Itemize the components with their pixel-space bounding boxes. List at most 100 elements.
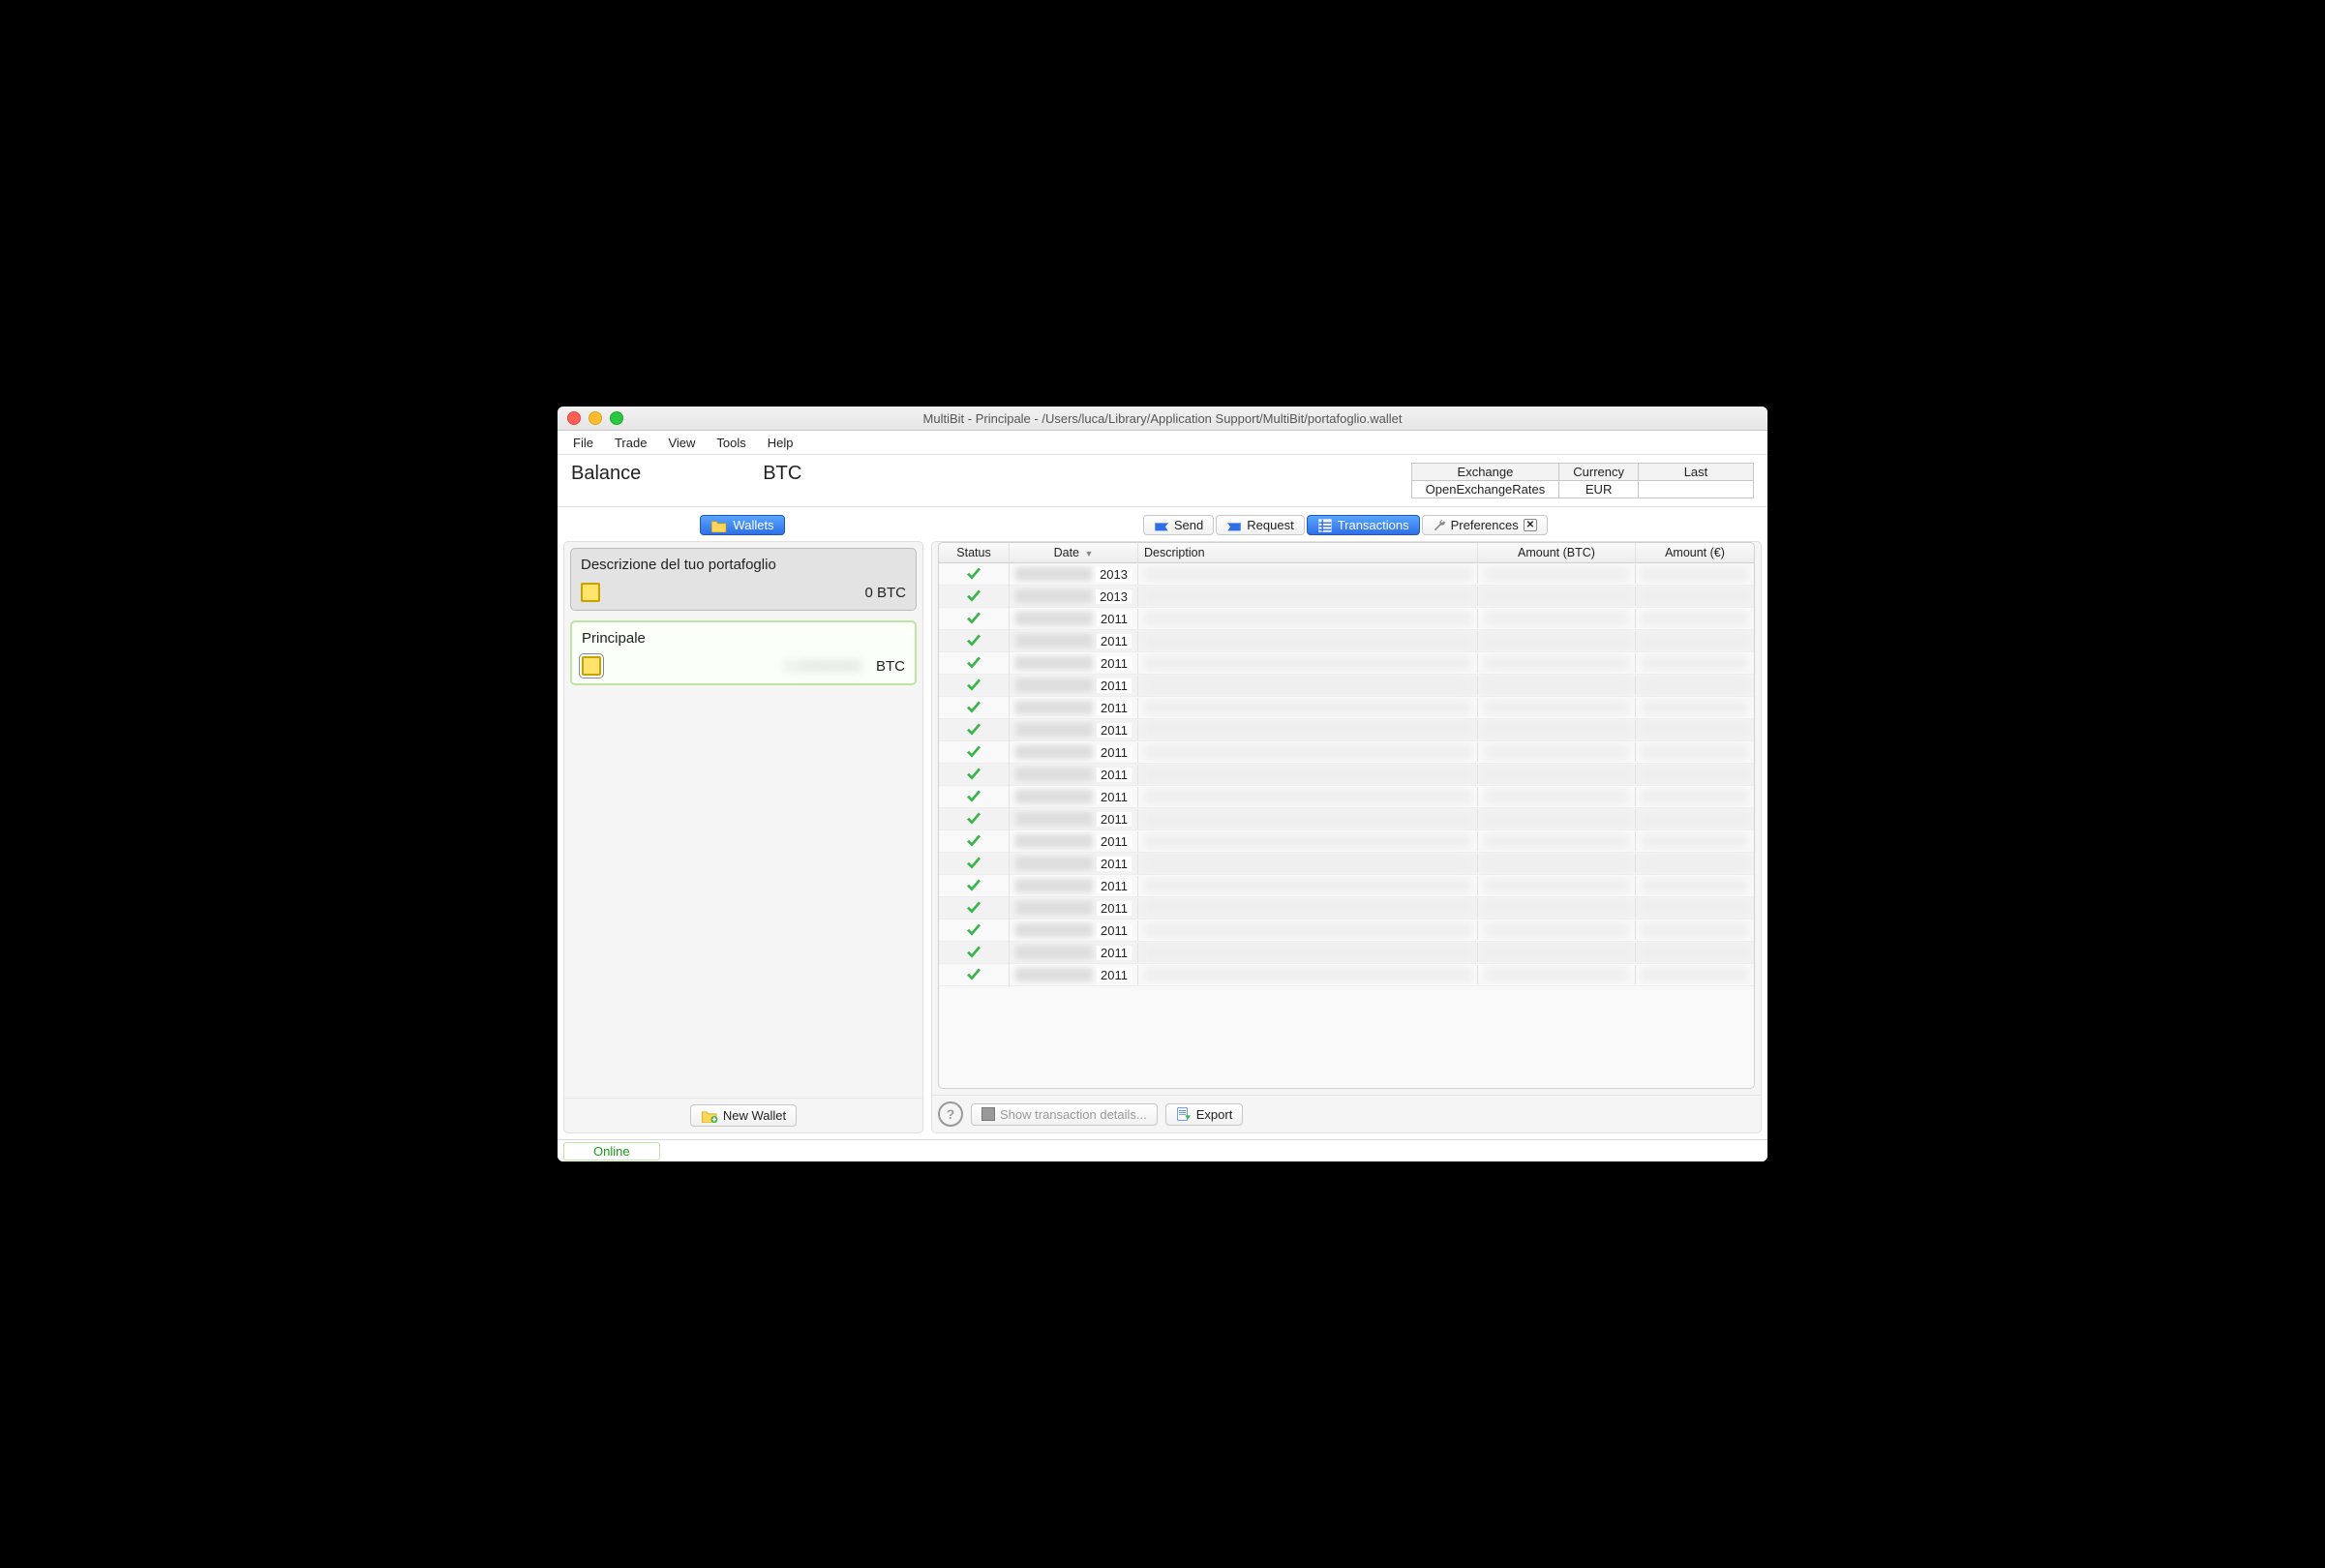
checkmark-icon [966, 721, 981, 737]
new-wallet-button[interactable]: New Wallet [690, 1104, 797, 1127]
wallet-icon [582, 656, 601, 676]
show-details-button[interactable]: Show transaction details... [971, 1103, 1158, 1126]
table-row[interactable]: 2011 [939, 741, 1754, 764]
row-amount-eur [1636, 631, 1754, 650]
col-amount-btc[interactable]: Amount (BTC) [1478, 543, 1636, 562]
table-row[interactable]: 2011 [939, 942, 1754, 964]
tab-transactions[interactable]: Transactions [1307, 515, 1420, 535]
col-amount-eur[interactable]: Amount (€) [1636, 543, 1754, 562]
row-description [1138, 742, 1478, 762]
tab-send-label: Send [1174, 518, 1203, 532]
exchange-rates: Exchange Currency Last OpenExchangeRates… [1411, 463, 1754, 498]
help-icon[interactable]: ? [938, 1101, 963, 1127]
table-row[interactable]: 2011 [939, 897, 1754, 920]
tab-request[interactable]: Request [1216, 515, 1304, 535]
table-row[interactable]: 2011 [939, 630, 1754, 652]
table-row[interactable]: 2011 [939, 608, 1754, 630]
statusbar: Online [558, 1139, 1767, 1161]
main-body: Descrizione del tuo portafoglio 0 BTC Pr… [558, 541, 1767, 1139]
menu-help[interactable]: Help [758, 433, 803, 453]
table-row[interactable]: 2013 [939, 563, 1754, 586]
row-status [939, 674, 1010, 698]
row-amount-btc [1478, 809, 1636, 829]
table-row[interactable]: 2011 [939, 675, 1754, 697]
table-row[interactable]: 2011 [939, 786, 1754, 808]
wallet-card[interactable]: Principale 0.00000000 BTC [570, 620, 917, 685]
row-amount-eur [1636, 876, 1754, 895]
wallets-panel: Descrizione del tuo portafoglio 0 BTC Pr… [563, 541, 923, 1133]
row-date: 2011 [1010, 809, 1138, 829]
row-description [1138, 965, 1478, 984]
checkmark-icon [966, 921, 981, 937]
row-status [939, 807, 1010, 831]
balance-label: Balance [571, 463, 641, 485]
checkmark-icon [966, 944, 981, 959]
menu-file[interactable]: File [563, 433, 603, 453]
window-minimize-button[interactable] [589, 411, 602, 425]
col-status[interactable]: Status [939, 543, 1010, 562]
row-amount-btc [1478, 965, 1636, 984]
table-row[interactable]: 2011 [939, 697, 1754, 719]
checkmark-icon [966, 855, 981, 870]
menu-tools[interactable]: Tools [707, 433, 755, 453]
table-row[interactable]: 2011 [939, 719, 1754, 741]
row-status [939, 563, 1010, 587]
table-row[interactable]: 2011 [939, 764, 1754, 786]
row-date: 2011 [1010, 787, 1138, 807]
export-button[interactable]: Export [1165, 1103, 1244, 1126]
row-date: 2013 [1010, 564, 1138, 585]
row-status [939, 607, 1010, 631]
wallet-card[interactable]: Descrizione del tuo portafoglio 0 BTC [570, 548, 917, 611]
table-header: Status Date ▼ Description Amount (BTC) A… [939, 543, 1754, 563]
row-description [1138, 876, 1478, 895]
tab-wallets[interactable]: Wallets [700, 515, 784, 535]
row-amount-btc [1478, 564, 1636, 584]
tab-preferences[interactable]: Preferences ✕ [1422, 515, 1548, 535]
window-close-button[interactable] [567, 411, 581, 425]
row-date: 2011 [1010, 831, 1138, 852]
col-description[interactable]: Description [1138, 543, 1478, 562]
row-amount-btc [1478, 898, 1636, 918]
wallets-list: Descrizione del tuo portafoglio 0 BTC Pr… [564, 542, 922, 1098]
row-status [939, 829, 1010, 854]
table-row[interactable]: 2011 [939, 920, 1754, 942]
col-date[interactable]: Date ▼ [1010, 543, 1138, 562]
row-description [1138, 720, 1478, 739]
checkmark-icon [966, 699, 981, 714]
row-date: 2011 [1010, 742, 1138, 763]
row-description [1138, 676, 1478, 695]
table-row[interactable]: 2011 [939, 652, 1754, 675]
table-row[interactable]: 2013 [939, 586, 1754, 608]
new-wallet-icon [701, 1109, 718, 1123]
row-status [939, 718, 1010, 742]
row-amount-eur [1636, 965, 1754, 984]
tab-send[interactable]: Send [1143, 515, 1214, 535]
row-amount-eur [1636, 787, 1754, 806]
send-icon [1154, 519, 1169, 532]
row-amount-btc [1478, 765, 1636, 784]
transactions-panel: Status Date ▼ Description Amount (BTC) A… [931, 541, 1762, 1133]
table-row[interactable]: 2011 [939, 875, 1754, 897]
row-amount-btc [1478, 609, 1636, 628]
row-amount-eur [1636, 609, 1754, 628]
table-row[interactable]: 2011 [939, 964, 1754, 986]
folder-icon [710, 519, 728, 532]
table-row[interactable]: 2011 [939, 853, 1754, 875]
row-date: 2011 [1010, 854, 1138, 874]
checkmark-icon [966, 766, 981, 781]
menu-view[interactable]: View [658, 433, 705, 453]
table-row[interactable]: 2011 [939, 830, 1754, 853]
close-icon[interactable]: ✕ [1524, 519, 1537, 531]
checkmark-icon [966, 654, 981, 670]
window-zoom-button[interactable] [610, 411, 623, 425]
row-amount-eur [1636, 587, 1754, 606]
row-amount-eur [1636, 765, 1754, 784]
row-amount-btc [1478, 676, 1636, 695]
row-status [939, 896, 1010, 920]
details-icon [981, 1107, 995, 1121]
table-body[interactable]: 2013201320112011201120112011201120112011… [939, 563, 1754, 1088]
row-status [939, 696, 1010, 720]
table-row[interactable]: 2011 [939, 808, 1754, 830]
menu-trade[interactable]: Trade [605, 433, 656, 453]
row-status [939, 919, 1010, 943]
